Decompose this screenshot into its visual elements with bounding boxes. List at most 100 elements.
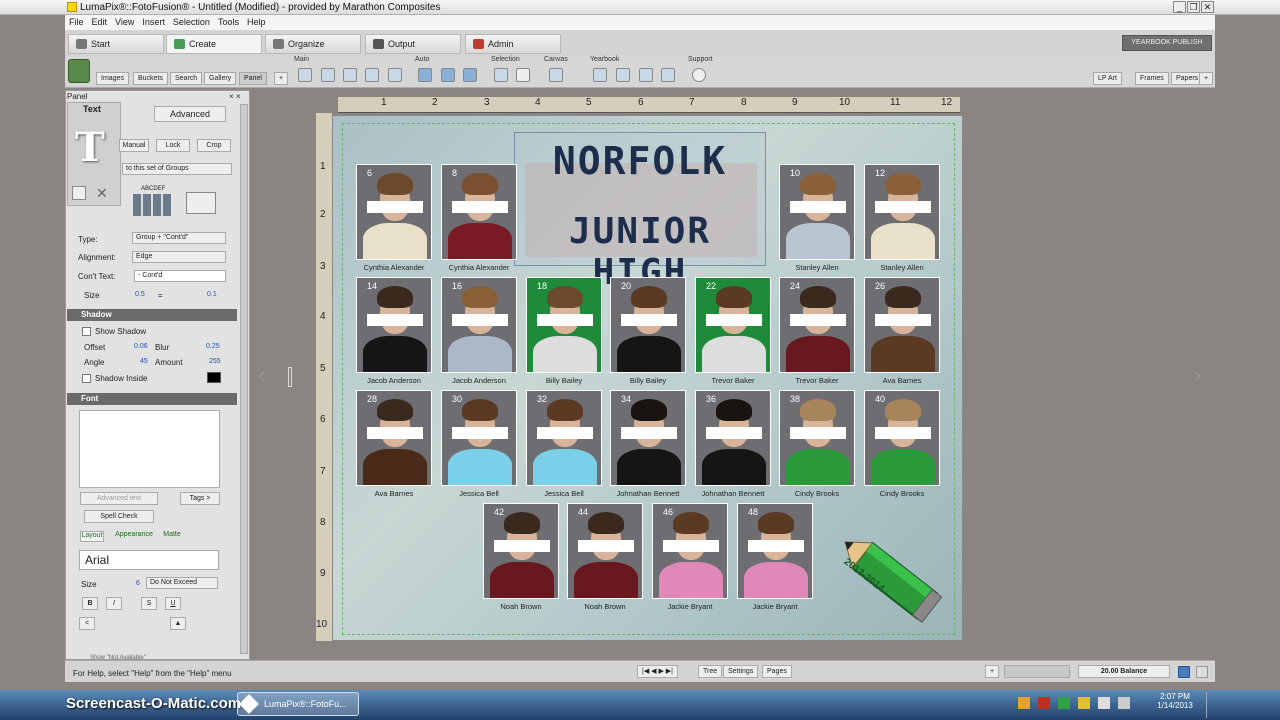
student-name[interactable]: Stanley Allen	[859, 263, 945, 272]
frame-style-icon[interactable]	[186, 192, 216, 214]
group-scope-select[interactable]: to this set of Groups	[122, 163, 232, 175]
student-name[interactable]: Jessica Bell	[436, 489, 522, 498]
menu-edit[interactable]: Edit	[92, 17, 108, 27]
pencil-clipart[interactable]: 2013-2014	[830, 522, 946, 634]
student-photo[interactable]: 20	[610, 277, 686, 373]
menu-tools[interactable]: Tools	[218, 17, 239, 27]
pages-button[interactable]: Pages	[762, 665, 792, 678]
text-delete-icon[interactable]: ✕	[96, 185, 108, 202]
yearbook-tool-1-icon[interactable]	[593, 68, 607, 82]
main-tool-5-icon[interactable]	[388, 68, 402, 82]
minimize-panel-icon[interactable]	[1196, 666, 1208, 678]
pointer-icon[interactable]	[516, 68, 530, 82]
student-name[interactable]: Trevor Baker	[774, 376, 860, 385]
crop-button[interactable]: Crop	[197, 139, 231, 152]
next-page-arrow-icon[interactable]: ›	[1194, 362, 1201, 388]
auto-tool-2-icon[interactable]	[441, 68, 455, 82]
student-name[interactable]: Johnathan Bennett	[690, 489, 776, 498]
main-tool-2-icon[interactable]	[321, 68, 335, 82]
advanced-text-button[interactable]: Advanced text	[80, 492, 158, 505]
student-photo[interactable]: 30	[441, 390, 517, 486]
shadow-section-header[interactable]: Shadow	[67, 309, 237, 321]
yearbook-publish-button[interactable]: YEARBOOK PUBLISH	[1122, 35, 1212, 51]
student-name[interactable]: Cynthia Alexander	[436, 263, 522, 272]
spell-check-button[interactable]: Spell Check	[84, 510, 154, 523]
student-name[interactable]: Cynthia Alexander	[351, 263, 437, 272]
tree-button[interactable]: Tree	[698, 665, 723, 678]
bold-button[interactable]: B	[82, 597, 98, 610]
student-photo[interactable]: 44	[567, 503, 643, 599]
taskbar-app-button[interactable]: LumaPix®::FotoFu...	[237, 692, 359, 716]
type-select[interactable]: Group + "Cont'd"	[132, 232, 226, 244]
student-photo[interactable]: 10	[779, 164, 855, 260]
menu-view[interactable]: View	[115, 17, 134, 27]
align-left-button[interactable]: <	[79, 617, 95, 630]
student-name[interactable]: Jacob Anderson	[436, 376, 522, 385]
tab-create[interactable]: Create	[166, 34, 262, 54]
gallery-button[interactable]: Gallery	[204, 72, 237, 85]
student-name[interactable]: Trevor Baker	[690, 376, 776, 385]
align-top-button[interactable]: ▲	[170, 617, 186, 630]
student-photo[interactable]: 12	[864, 164, 940, 260]
tray-icon-1[interactable]	[1018, 697, 1030, 709]
student-name[interactable]: Ava Barnes	[859, 376, 945, 385]
close-button[interactable]: ✕	[1201, 1, 1214, 13]
student-photo[interactable]: 32	[526, 390, 602, 486]
yearbook-tool-3-icon[interactable]	[639, 68, 653, 82]
text-content-area[interactable]	[79, 410, 220, 488]
maximize-button[interactable]: ❐	[1187, 1, 1200, 13]
student-photo[interactable]: 42	[483, 503, 559, 599]
student-name[interactable]: Johnathan Bennett	[605, 489, 691, 498]
account-icon[interactable]	[1178, 666, 1190, 678]
lp-art-button[interactable]: LP Art	[1093, 72, 1122, 85]
advanced-button[interactable]: Advanced	[154, 106, 226, 122]
prev-page-arrow-icon[interactable]: ‹	[258, 362, 265, 388]
main-tool-1-icon[interactable]	[298, 68, 312, 82]
font-section-header[interactable]: Font	[67, 393, 237, 405]
student-photo[interactable]: 40	[864, 390, 940, 486]
minimize-button[interactable]: _	[1173, 1, 1186, 13]
student-photo[interactable]: 36	[695, 390, 771, 486]
panel-toggle-icon[interactable]	[68, 59, 90, 83]
panel-scrollbar[interactable]	[240, 104, 248, 654]
student-photo[interactable]: 6	[356, 164, 432, 260]
student-photo[interactable]: 8	[441, 164, 517, 260]
student-photo[interactable]: 26	[864, 277, 940, 373]
contd-text-input[interactable]: - Cont'd	[134, 270, 226, 282]
appearance-subtab[interactable]: Appearance	[110, 531, 158, 542]
student-photo[interactable]: 46	[652, 503, 728, 599]
student-name[interactable]: Jackie Bryant	[732, 602, 818, 611]
add-papers-button[interactable]: +	[1199, 72, 1214, 85]
tray-icon-2[interactable]	[1038, 697, 1050, 709]
student-name[interactable]: Noah Brown	[478, 602, 564, 611]
student-photo[interactable]: 48	[737, 503, 813, 599]
page-marker[interactable]	[288, 367, 292, 387]
network-icon[interactable]	[1098, 697, 1110, 709]
matte-subtab[interactable]: Matte	[160, 531, 184, 542]
images-button[interactable]: Images	[96, 72, 129, 85]
help-icon[interactable]	[692, 68, 706, 82]
add-page-button[interactable]: +	[985, 665, 1000, 678]
text-tool-tab[interactable]: Text	[83, 104, 101, 114]
selection-tool-icon[interactable]	[494, 68, 508, 82]
settings-button[interactable]: Settings	[723, 665, 759, 678]
main-tool-3-icon[interactable]	[343, 68, 357, 82]
size-input-2[interactable]: 0.1	[207, 291, 217, 298]
student-photo[interactable]: 24	[779, 277, 855, 373]
alignment-select[interactable]: Edge	[132, 251, 226, 263]
student-name[interactable]: Ava Barnes	[351, 489, 437, 498]
auto-tool-1-icon[interactable]	[418, 68, 432, 82]
offset-input[interactable]: 0.06	[134, 343, 148, 350]
shadow-inside-checkbox[interactable]	[82, 374, 91, 383]
panel-close-icon[interactable]: × ×	[229, 92, 241, 101]
italic-button[interactable]: I	[106, 597, 122, 610]
manual-button[interactable]: Manual	[119, 139, 149, 152]
student-name[interactable]: Jackie Bryant	[647, 602, 733, 611]
underline-button[interactable]: U	[165, 597, 181, 610]
student-photo[interactable]: 16	[441, 277, 517, 373]
tab-admin[interactable]: Admin	[465, 34, 561, 54]
student-photo[interactable]: 22	[695, 277, 771, 373]
student-photo[interactable]: 34	[610, 390, 686, 486]
zoom-slider[interactable]	[1004, 665, 1070, 678]
student-name[interactable]: Jessica Bell	[521, 489, 607, 498]
